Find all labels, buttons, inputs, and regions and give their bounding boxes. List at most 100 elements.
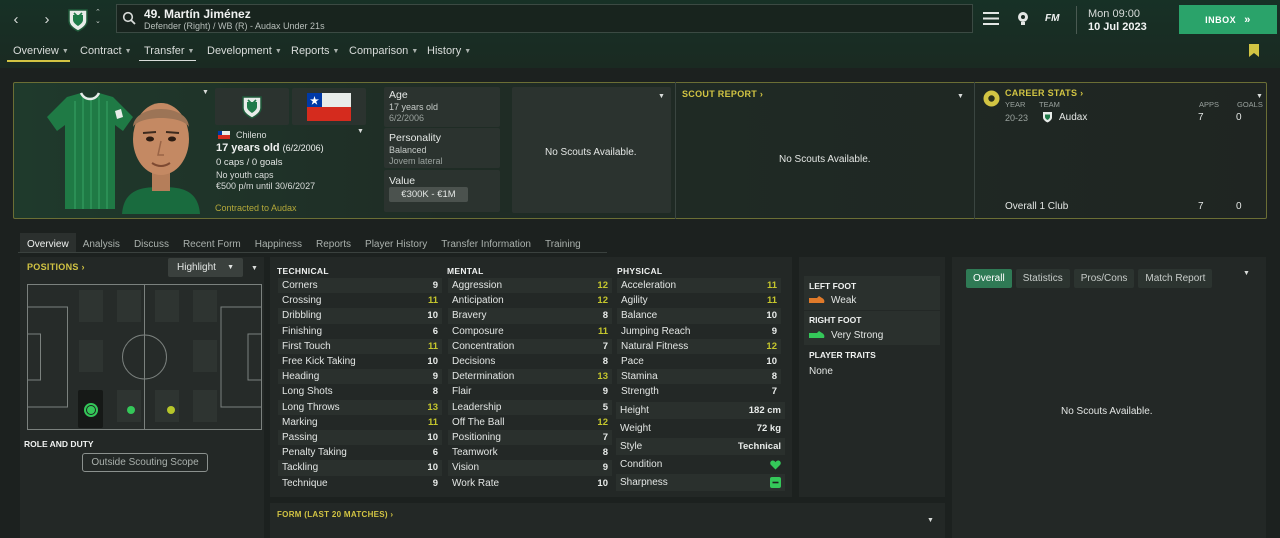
forward-arrow-icon[interactable]: ›: [37, 9, 57, 29]
attribute-row[interactable]: Technique 9: [278, 476, 442, 491]
attribute-row[interactable]: Tackling 10: [278, 460, 442, 476]
attribute-value: 6: [432, 325, 438, 337]
attribute-row[interactable]: Free Kick Taking 10: [278, 354, 442, 369]
attribute-row[interactable]: Leadership 5: [448, 399, 612, 415]
tab-player-history[interactable]: Player History: [358, 239, 434, 250]
caps: 0 caps / 0 goals: [216, 157, 283, 168]
form-link[interactable]: FORM (LAST 20 MATCHES) ›: [277, 510, 393, 519]
nation-flag-tile[interactable]: [292, 88, 366, 125]
search-icon[interactable]: [122, 11, 136, 25]
position-competent-dot[interactable]: [167, 406, 175, 414]
attribute-row[interactable]: Corners 9: [278, 278, 442, 294]
tab-discuss[interactable]: Discuss: [127, 239, 176, 250]
boot-strong-icon: [809, 331, 825, 339]
chevron-down-icon[interactable]: ▼: [658, 93, 665, 100]
chevron-down-icon[interactable]: ▼: [957, 93, 964, 100]
menu-contract[interactable]: Contract ▼: [80, 45, 132, 57]
menu-transfer[interactable]: Transfer ▼: [144, 45, 194, 57]
attribute-row[interactable]: Composure 11: [448, 324, 612, 339]
attribute-row[interactable]: Finishing 6: [278, 324, 442, 339]
inbox-button[interactable]: INBOX »: [1179, 5, 1277, 34]
attribute-row[interactable]: Teamwork 8: [448, 445, 612, 460]
attribute-row[interactable]: Concentration 7: [448, 338, 612, 354]
menu-comparison[interactable]: Comparison ▼: [349, 45, 418, 57]
attribute-row[interactable]: Aggression 12: [448, 278, 612, 294]
tab-happiness[interactable]: Happiness: [248, 239, 309, 250]
chevron-down-icon[interactable]: ▼: [251, 265, 258, 272]
tab-overview[interactable]: Overview: [20, 239, 76, 250]
attribute-row[interactable]: Passing 10: [278, 430, 442, 446]
career-overall-apps: 7: [1198, 201, 1204, 212]
report-tab-statistics[interactable]: Statistics: [1015, 269, 1070, 288]
attribute-row[interactable]: Penalty Taking 6: [278, 445, 442, 460]
chevron-down-icon[interactable]: ▼: [357, 128, 364, 135]
attribute-row[interactable]: Vision 9: [448, 460, 612, 476]
attribute-row[interactable]: Work Rate 10: [448, 476, 612, 491]
menu-history[interactable]: History ▼: [427, 45, 471, 57]
chevron-down-icon[interactable]: ▼: [927, 517, 934, 524]
chevron-down-icon[interactable]: ▼: [1243, 270, 1250, 277]
age-value: 17 years old: [389, 102, 439, 112]
attribute-row[interactable]: Long Shots 8: [278, 384, 442, 399]
tab-transfer-information[interactable]: Transfer Information: [434, 239, 538, 250]
tab-training[interactable]: Training: [538, 239, 588, 250]
fm-logo[interactable]: FM: [1045, 13, 1059, 24]
attribute-value: 10: [766, 310, 777, 322]
attribute-row[interactable]: Balance 10: [617, 308, 781, 324]
tab-recent-form[interactable]: Recent Form: [176, 239, 248, 250]
attribute-row[interactable]: Pace 10: [617, 354, 781, 369]
report-tab-match-report[interactable]: Match Report: [1138, 269, 1213, 288]
attribute-row[interactable]: Heading 9: [278, 369, 442, 385]
attribute-row[interactable]: Natural Fitness 12: [617, 338, 781, 354]
back-arrow-icon[interactable]: ‹: [6, 9, 26, 29]
attribute-row[interactable]: Agility 11: [617, 293, 781, 308]
career-team[interactable]: Audax: [1059, 112, 1087, 123]
attribute-row[interactable]: Dribbling 10: [278, 308, 442, 324]
attribute-row[interactable]: First Touch 11: [278, 338, 442, 354]
attribute-value: 8: [602, 310, 608, 322]
position-natural-dot[interactable]: [84, 403, 98, 417]
report-tab-pros-cons[interactable]: Pros/Cons: [1073, 269, 1135, 288]
attribute-row[interactable]: Determination 13: [448, 369, 612, 385]
attribute-row[interactable]: Acceleration 11: [617, 278, 781, 294]
menu-reports[interactable]: Reports ▼: [291, 45, 339, 57]
attribute-row[interactable]: Decisions 8: [448, 354, 612, 369]
attribute-value: 10: [427, 310, 438, 322]
attribute-row[interactable]: Bravery 8: [448, 308, 612, 324]
club-crest-icon[interactable]: [67, 8, 89, 32]
attribute-row[interactable]: Jumping Reach 9: [617, 324, 781, 339]
club-badge-tile[interactable]: [215, 88, 289, 125]
scout-report-link[interactable]: SCOUT REPORT ›: [682, 89, 763, 99]
chevron-down-icon[interactable]: ▼: [1256, 93, 1263, 100]
report-tab-overall[interactable]: Overall: [966, 269, 1012, 288]
attribute-value: 7: [771, 386, 777, 398]
pitch-diagram[interactable]: [27, 284, 262, 430]
attribute-row[interactable]: Marking 11: [278, 415, 442, 430]
positions-link[interactable]: POSITIONS ›: [27, 262, 85, 272]
menu-development[interactable]: Development ▼: [207, 45, 282, 57]
position-accomplished-dot[interactable]: [127, 406, 135, 414]
highlight-dropdown[interactable]: Highlight ▼: [168, 258, 243, 277]
chevron-down-icon[interactable]: ▼: [202, 89, 209, 96]
attribute-row[interactable]: Strength 7: [617, 384, 781, 399]
age-dob: (6/2/2006): [282, 143, 324, 153]
crest-stepper[interactable]: ⌃ ⌄: [95, 8, 101, 26]
attribute-row[interactable]: Crossing 11: [278, 293, 442, 308]
attribute-row[interactable]: Flair 9: [448, 384, 612, 399]
hamburger-menu-icon[interactable]: [983, 12, 999, 25]
trophy-icon[interactable]: [1016, 11, 1030, 26]
outside-scouting-scope-button[interactable]: Outside Scouting Scope: [82, 453, 208, 472]
contract-status[interactable]: Contracted to Audax: [215, 203, 297, 213]
attribute-row[interactable]: Stamina 8: [617, 369, 781, 385]
attribute-row[interactable]: Off The Ball 12: [448, 415, 612, 430]
attribute-row[interactable]: Long Throws 13: [278, 399, 442, 415]
career-stats-link[interactable]: CAREER STATS ›: [1005, 88, 1083, 98]
menu-overview[interactable]: Overview ▼: [13, 45, 69, 57]
attribute-name: Pace: [621, 356, 644, 368]
attribute-row[interactable]: Anticipation 12: [448, 293, 612, 308]
tab-analysis[interactable]: Analysis: [76, 239, 127, 250]
tab-reports[interactable]: Reports: [309, 239, 358, 250]
attribute-row[interactable]: Positioning 7: [448, 430, 612, 446]
bookmark-icon[interactable]: [1249, 44, 1259, 57]
nationality: Chileno: [236, 130, 267, 140]
